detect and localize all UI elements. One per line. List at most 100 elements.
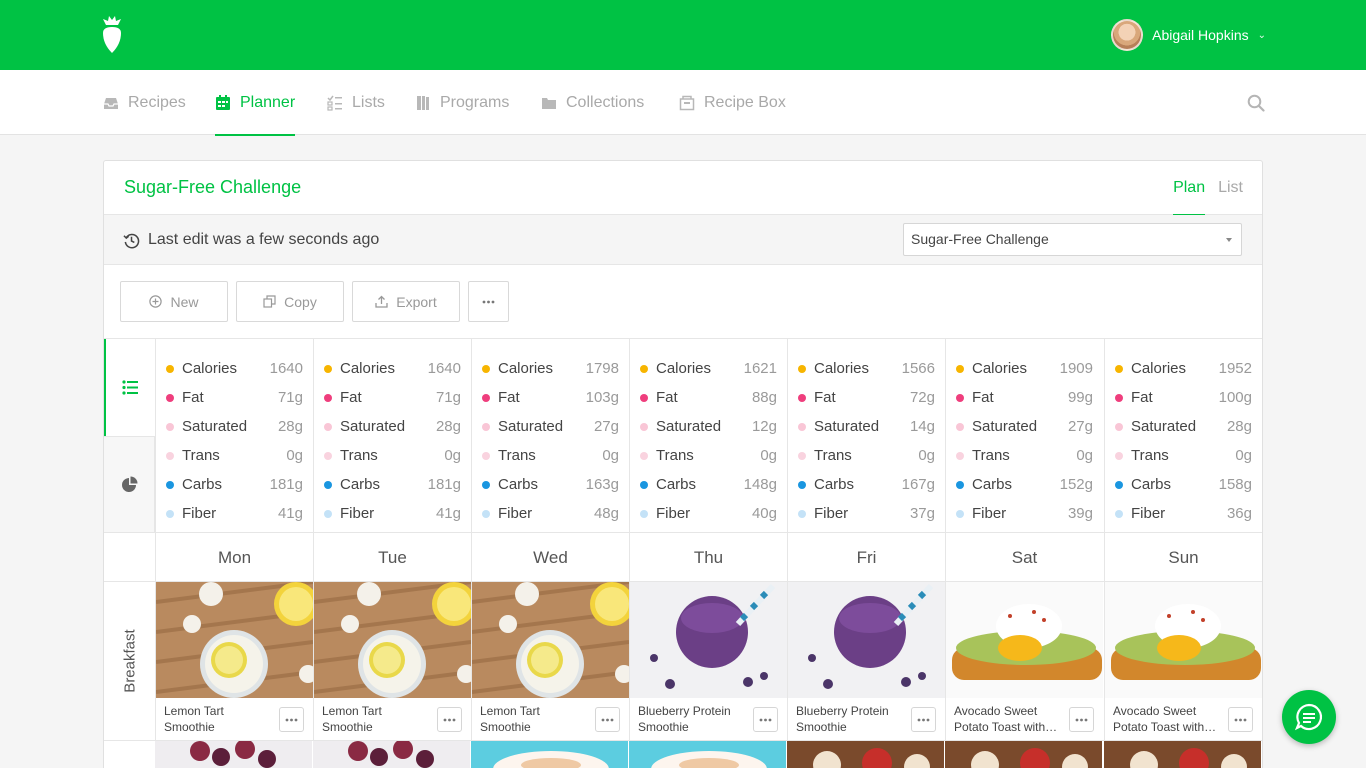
chat-button[interactable] — [1282, 690, 1336, 744]
recipe-image[interactable] — [155, 739, 312, 768]
day-header: Mon — [155, 533, 313, 582]
recipe-image[interactable] — [630, 582, 787, 698]
nutrient-color-dot — [1115, 509, 1123, 518]
nutrient-label: Trans — [340, 447, 378, 464]
nutrient-value: 41g — [277, 505, 303, 522]
nutrient-color-dot — [640, 393, 648, 402]
recipe-name[interactable]: Lemon Tart Smoothie — [164, 703, 274, 735]
nav-planner[interactable]: Planner — [215, 70, 296, 136]
recipe-image[interactable] — [314, 582, 471, 698]
recipe-card[interactable]: Avocado Sweet Potato Toast with… — [1104, 582, 1262, 740]
recipe-image[interactable] — [787, 741, 944, 768]
nutrient-value: 37g — [909, 505, 935, 522]
nutrient-label: Calories — [814, 360, 870, 377]
nav-collections[interactable]: Collections — [541, 70, 644, 135]
nutrition-column: Calories 1566 Fat 72g Saturated 14g Trans 0g Car… — [787, 339, 945, 532]
recipe-name[interactable]: Lemon Tart Smoothie — [480, 703, 590, 735]
last-edit-status: Last edit was a few seconds ago — [123, 215, 379, 265]
nutrient-value: 181g — [427, 476, 461, 493]
nutrition-chart-tab[interactable] — [104, 436, 155, 532]
recipe-name[interactable]: Avocado Sweet Potato Toast with… — [1113, 703, 1223, 735]
plan-title: Sugar-Free Challenge — [124, 177, 302, 197]
nav-programs[interactable]: Programs — [415, 70, 509, 135]
nav-recipe-box[interactable]: Recipe Box — [679, 70, 786, 135]
recipe-more-button[interactable] — [279, 707, 304, 732]
nav-lists[interactable]: Lists — [327, 70, 385, 135]
tab-list[interactable]: List — [1218, 161, 1243, 215]
nutrition-list-tab[interactable] — [104, 339, 155, 436]
nutrition-row: Saturated 28g — [314, 412, 471, 441]
nutrient-label: Fat — [340, 389, 362, 406]
box-icon — [679, 95, 695, 110]
nutrition-row: Carbs 181g — [314, 470, 471, 499]
recipe-image[interactable] — [471, 741, 628, 768]
recipe-image[interactable] — [1105, 582, 1262, 698]
nutrient-value: 100g — [1218, 389, 1252, 406]
recipe-image[interactable] — [472, 582, 629, 698]
nutrient-label: Calories — [340, 360, 396, 377]
recipe-card[interactable]: Lemon Tart Smoothie — [471, 582, 629, 740]
export-label: Export — [396, 293, 437, 310]
recipe-image[interactable] — [946, 582, 1103, 698]
recipe-card[interactable]: Blueberry Protein Smoothie — [629, 582, 787, 740]
nutrient-label: Fat — [656, 389, 678, 406]
more-icon — [482, 300, 495, 303]
recipe-image[interactable] — [945, 741, 1102, 768]
carrot-logo-icon[interactable] — [101, 16, 123, 54]
recipe-image[interactable] — [156, 582, 313, 698]
plan-select[interactable]: Sugar-Free Challenge — [903, 223, 1242, 256]
nutrient-value: 0g — [444, 447, 461, 464]
recipe-image[interactable] — [1104, 741, 1261, 768]
avatar — [1111, 19, 1144, 51]
meal-row-next — [104, 739, 1262, 768]
recipe-more-button[interactable] — [437, 707, 462, 732]
recipe-more-button[interactable] — [911, 707, 936, 732]
nav-recipe-box-label: Recipe Box — [704, 93, 786, 111]
more-options-button[interactable] — [468, 281, 509, 322]
nutrient-value: 88g — [751, 389, 777, 406]
nutrition-row: Fiber 48g — [472, 499, 629, 528]
tab-plan[interactable]: Plan — [1173, 161, 1206, 216]
list-icon — [122, 380, 138, 395]
nutrient-value: 72g — [909, 389, 935, 406]
history-icon — [123, 233, 140, 248]
recipe-more-button[interactable] — [753, 707, 778, 732]
new-button[interactable]: New — [120, 281, 228, 322]
nav-recipes[interactable]: Recipes — [103, 70, 186, 135]
nutrient-color-dot — [166, 451, 174, 460]
recipe-card[interactable]: Avocado Sweet Potato Toast with… — [945, 582, 1103, 740]
recipe-name[interactable]: Blueberry Protein Smoothie — [638, 703, 748, 735]
recipe-name[interactable]: Lemon Tart Smoothie — [322, 703, 432, 735]
recipe-card[interactable]: Blueberry Protein Smoothie — [787, 582, 945, 740]
nutrient-label: Fat — [972, 389, 994, 406]
export-button[interactable]: Export — [352, 281, 460, 322]
recipe-name[interactable]: Avocado Sweet Potato Toast with… — [954, 703, 1064, 735]
copy-button[interactable]: Copy — [236, 281, 344, 322]
recipe-name[interactable]: Blueberry Protein Smoothie — [796, 703, 906, 735]
recipe-image[interactable] — [313, 739, 470, 768]
nutrient-color-dot — [798, 480, 806, 489]
nutrient-label: Saturated — [1131, 418, 1197, 435]
nutrition-row: Saturated 12g — [630, 412, 787, 441]
nutrient-value: 163g — [585, 476, 619, 493]
recipe-card[interactable]: Lemon Tart Smoothie — [155, 582, 313, 740]
nutrient-label: Saturated — [182, 418, 248, 435]
recipe-image[interactable] — [788, 582, 945, 698]
chevron-down-icon: ⌄ — [1257, 29, 1266, 41]
user-menu[interactable]: Abigail Hopkins ⌄ — [1111, 19, 1266, 51]
plan-select-value: Sugar-Free Challenge — [911, 231, 1049, 247]
planner-card: Sugar-Free Challenge Plan List Last edit… — [103, 160, 1263, 768]
recipe-more-button[interactable] — [1228, 707, 1253, 732]
chat-icon — [1294, 703, 1323, 731]
recipe-card[interactable]: Lemon Tart Smoothie — [313, 582, 471, 740]
nutrition-row: Trans 0g — [1105, 441, 1262, 470]
recipe-more-button[interactable] — [1069, 707, 1094, 732]
search-icon[interactable] — [1247, 94, 1265, 112]
user-name: Abigail Hopkins — [1152, 27, 1249, 43]
nutrient-value: 0g — [602, 447, 619, 464]
nutrient-value: 28g — [435, 418, 461, 435]
nutrient-label: Fiber — [972, 505, 1007, 522]
nutrition-row: Carbs 158g — [1105, 470, 1262, 499]
recipe-image[interactable] — [629, 741, 786, 768]
recipe-more-button[interactable] — [595, 707, 620, 732]
